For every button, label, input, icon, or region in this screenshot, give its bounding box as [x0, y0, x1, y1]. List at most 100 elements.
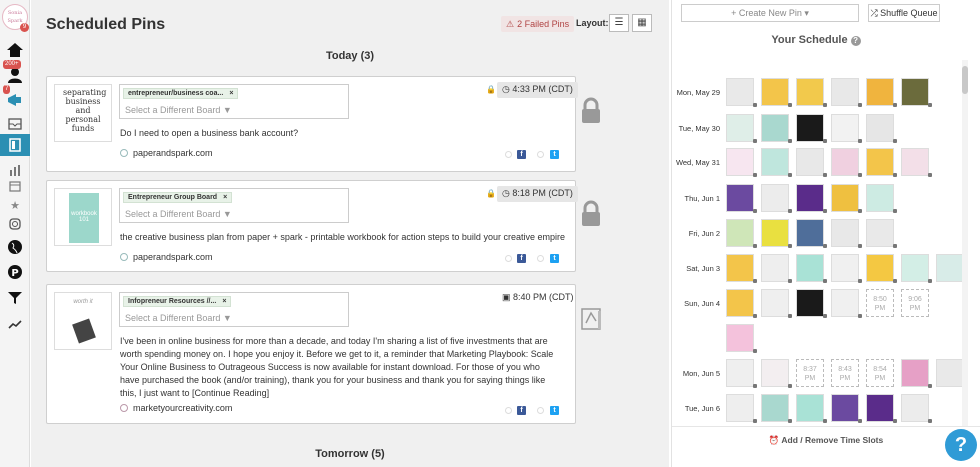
instagram-icon[interactable]	[0, 212, 30, 236]
schedule-scrollbar[interactable]	[962, 60, 968, 428]
scheduled-pin-slot[interactable]	[761, 219, 789, 247]
facebook-toggle[interactable]	[505, 407, 512, 414]
board-select-placeholder[interactable]: Select a Different Board ▼	[125, 313, 232, 323]
scheduled-pin-slot[interactable]	[796, 148, 824, 176]
twitter-toggle[interactable]	[537, 255, 544, 262]
remove-board-icon[interactable]: ×	[223, 194, 227, 201]
scheduled-pin-slot[interactable]	[761, 254, 789, 282]
remove-board-icon[interactable]: ×	[229, 90, 233, 97]
scheduled-pin-slot[interactable]	[901, 78, 929, 106]
pin-thumbnail[interactable]: separating business and personal funds	[54, 84, 112, 142]
scheduled-pin-slot[interactable]	[796, 184, 824, 212]
scheduled-pin-slot[interactable]	[901, 148, 929, 176]
pin-lock-icon[interactable]	[579, 200, 603, 228]
scheduled-pin-slot[interactable]	[796, 254, 824, 282]
create-new-pin-button[interactable]: + Create New Pin ▾	[681, 4, 859, 22]
facebook-icon[interactable]: f	[517, 406, 526, 415]
scheduled-pin-slot[interactable]	[831, 78, 859, 106]
empty-time-slot[interactable]: 8:37 PM	[796, 359, 824, 387]
scheduled-pin-slot[interactable]	[726, 394, 754, 422]
scheduled-pin-slot[interactable]	[831, 148, 859, 176]
pin-description[interactable]: the creative business plan from paper + …	[120, 231, 565, 244]
scheduled-pin-slot[interactable]	[726, 254, 754, 282]
scheduled-pin-slot[interactable]	[761, 184, 789, 212]
pin-thumbnail[interactable]: workbook 101	[54, 188, 112, 246]
facebook-icon[interactable]: f	[517, 254, 526, 263]
scheduled-pin-slot[interactable]	[936, 254, 964, 282]
inbox-icon[interactable]	[0, 112, 30, 136]
schedule-scroll-thumb[interactable]	[962, 66, 968, 94]
scheduled-pin-slot[interactable]	[831, 184, 859, 212]
scheduled-pin-slot[interactable]	[866, 114, 894, 142]
pin-description[interactable]: I've been in online business for more th…	[120, 335, 560, 400]
scheduled-pin-slot[interactable]	[866, 184, 894, 212]
empty-time-slot[interactable]: 8:54 PM	[866, 359, 894, 387]
pin-source[interactable]: paperandspark.com	[120, 148, 213, 158]
scheduled-pin-slot[interactable]	[866, 148, 894, 176]
scheduled-pin-slot[interactable]	[726, 78, 754, 106]
pin-description[interactable]: Do I need to open a business bank accoun…	[120, 127, 298, 140]
scheduled-pin-slot[interactable]	[761, 289, 789, 317]
scheduled-pin-slot[interactable]	[726, 184, 754, 212]
pin-time[interactable]: ◷ 8:18 PM (CDT)	[497, 186, 578, 202]
scheduled-pin-slot[interactable]	[726, 148, 754, 176]
scheduled-pin-slot[interactable]	[761, 394, 789, 422]
megaphone-icon[interactable]: 7	[0, 85, 30, 112]
scheduled-pin-slot[interactable]	[831, 254, 859, 282]
twitter-toggle[interactable]	[537, 407, 544, 414]
help-icon[interactable]: ?	[850, 36, 861, 46]
globe-icon[interactable]	[0, 235, 30, 259]
scheduled-pin-slot[interactable]	[726, 289, 754, 317]
help-chat-button[interactable]: ?	[945, 429, 977, 461]
facebook-icon[interactable]: f	[517, 150, 526, 159]
scheduled-pin-slot[interactable]	[726, 324, 754, 352]
twitter-icon[interactable]: t	[550, 254, 559, 263]
board-selector[interactable]: entrepreneur/business coa... × Select a D…	[119, 84, 349, 119]
scheduled-pin-slot[interactable]	[936, 359, 964, 387]
pin-time[interactable]: ◷ 4:33 PM (CDT)	[497, 82, 578, 98]
board-selector[interactable]: Infopreneur Resources //... × Select a Di…	[119, 292, 349, 327]
scheduled-pin-slot[interactable]	[796, 78, 824, 106]
scheduled-pin-slot[interactable]	[761, 78, 789, 106]
twitter-toggle[interactable]	[537, 151, 544, 158]
unlock-schedule-icon[interactable]	[579, 305, 603, 333]
empty-time-slot[interactable]: 8:43 PM	[831, 359, 859, 387]
notifications-icon[interactable]: 200+	[0, 60, 30, 87]
pinterest-icon[interactable]: P	[0, 260, 30, 284]
pin-source[interactable]: marketyourcreativity.com	[120, 403, 232, 413]
remove-board-icon[interactable]: ×	[222, 298, 226, 305]
add-remove-time-slots-button[interactable]: ⏰ Add / Remove Time Slots	[672, 426, 980, 452]
scheduled-pin-slot[interactable]	[796, 219, 824, 247]
scheduled-pin-slot[interactable]	[866, 394, 894, 422]
scheduled-pin-slot[interactable]	[901, 359, 929, 387]
scheduled-pin-slot[interactable]	[761, 114, 789, 142]
list-layout-button[interactable]: ☰	[609, 14, 629, 32]
board-select-placeholder[interactable]: Select a Different Board ▼	[125, 105, 232, 115]
twitter-icon[interactable]: t	[550, 406, 559, 415]
scheduled-pin-slot[interactable]	[796, 394, 824, 422]
scheduled-pin-slot[interactable]	[726, 219, 754, 247]
scheduled-pin-slot[interactable]	[831, 219, 859, 247]
scheduled-pin-slot[interactable]	[866, 219, 894, 247]
scheduled-pin-slot[interactable]	[726, 359, 754, 387]
failed-pins-badge[interactable]: ⚠ 2 Failed Pins	[501, 16, 575, 32]
pin-time[interactable]: ▣ 8:40 PM (CDT)	[497, 290, 579, 306]
pin-thumbnail[interactable]: worth it	[54, 292, 112, 350]
empty-time-slot[interactable]: 9:06 PM	[901, 289, 929, 317]
scheduled-pin-slot[interactable]	[796, 289, 824, 317]
scheduled-pin-slot[interactable]	[866, 78, 894, 106]
board-selector[interactable]: Entrepreneur Group Board × Select a Diffe…	[119, 188, 349, 223]
home-icon[interactable]	[0, 38, 30, 62]
scheduled-pin-slot[interactable]	[831, 114, 859, 142]
scheduled-pin-slot[interactable]	[866, 254, 894, 282]
facebook-toggle[interactable]	[505, 151, 512, 158]
scheduled-pin-slot[interactable]	[831, 394, 859, 422]
scheduled-pin-slot[interactable]	[831, 289, 859, 317]
scheduled-pin-slot[interactable]	[761, 148, 789, 176]
scheduled-pin-slot[interactable]	[726, 114, 754, 142]
filter-icon[interactable]	[0, 286, 30, 310]
scheduled-pin-slot[interactable]	[761, 359, 789, 387]
grid-layout-button[interactable]: ▦	[632, 14, 652, 32]
empty-time-slot[interactable]: 8:50 PM	[866, 289, 894, 317]
shuffle-queue-button[interactable]: ⤮ Shuffle Queue	[868, 4, 940, 22]
